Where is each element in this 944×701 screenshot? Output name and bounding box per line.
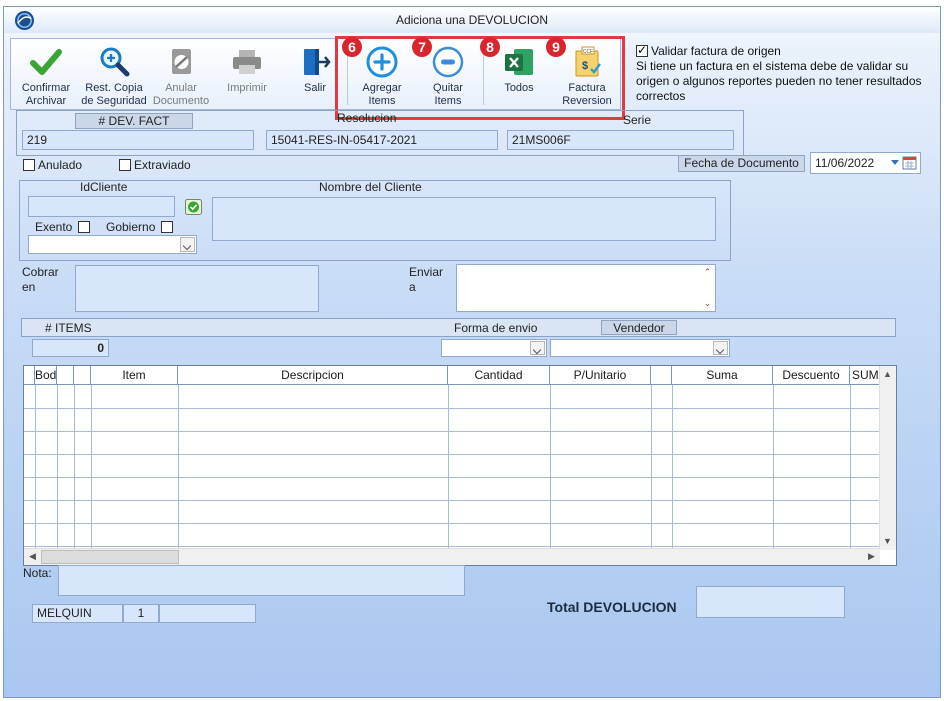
grid-col-blank-2[interactable] [74,366,91,385]
client-id-field[interactable] [28,196,175,217]
validate-origin-checkbox[interactable]: Validar factura de origen [636,43,926,59]
chevron-down-icon[interactable] [713,341,728,355]
enviar-a-textarea[interactable]: ⌃ ⌄ [456,264,716,312]
restore-backup-button[interactable]: Rest. Copia de Seguridad [79,43,149,109]
printer-icon [233,50,261,74]
callout-badge-6: 6 [342,37,362,57]
print-button[interactable]: Imprimir [217,43,277,109]
nota-field[interactable] [58,565,465,596]
gobierno-checkbox[interactable]: Gobierno [106,220,176,234]
enviar-a-label: Enviar a [409,265,444,294]
grid-col-suma-total[interactable]: SUMA [850,366,882,385]
grid-row-selector-header [24,366,35,385]
scroll-down-icon[interactable]: ▼ [880,534,895,549]
grid-col-blank-3[interactable] [651,366,672,385]
cobrar-en-field[interactable] [75,265,319,312]
client-type-select[interactable] [28,235,197,254]
grid-col-blank-1[interactable] [57,366,74,385]
table-row [24,546,880,547]
scroll-down-icon[interactable]: ⌄ [700,296,715,311]
grid-vertical-scrollbar[interactable]: ▲ ▼ [879,366,896,550]
gobierno-checkbox-box[interactable] [160,221,173,233]
validate-section: Validar factura de origen Si tiene un fa… [636,43,926,104]
client-name-label: Nombre del Cliente [319,180,422,194]
grid-horizontal-scrollbar[interactable]: ◀ ▶ [24,548,880,565]
footer-extra-field [159,604,256,623]
callout-badge-8: 8 [480,37,500,57]
resolution-label: Resolucion [337,111,397,125]
document-date-label: Fecha de Documento [678,155,805,172]
validate-note: Si tiene un factura en el sistema debe d… [636,59,922,103]
anulado-checkbox[interactable]: Anulado [23,158,82,172]
items-count-field: 0 [32,339,109,357]
dev-fact-number-field[interactable]: 219 [22,130,254,150]
exento-checkbox-box[interactable] [77,221,90,233]
exento-checkbox[interactable]: Exento [35,220,93,234]
table-row [24,431,880,432]
window-title: Adiciona una DEVOLUCION [395,13,549,27]
nota-label: Nota: [23,566,52,580]
checkmark-icon [30,49,62,75]
table-row [24,477,880,478]
items-grid[interactable]: Bodega Item Descripcion Cantidad P/Unita… [23,365,897,566]
scroll-left-icon[interactable]: ◀ [25,549,40,564]
items-count-label: # ITEMS [45,321,92,335]
title-bar: Adiciona una DEVOLUCION [4,7,940,33]
callout-badge-9: 9 [546,37,566,57]
scroll-right-icon[interactable]: ▶ [864,549,879,564]
grid-col-suma[interactable]: Suma [672,366,773,385]
resolution-field[interactable]: 15041-RES-IN-05417-2021 [266,130,498,150]
extraviado-checkbox[interactable]: Extraviado [119,158,191,172]
table-row [24,454,880,455]
dev-fact-label: # DEV. FACT [75,113,193,129]
grid-header: Bodega Item Descripcion Cantidad P/Unita… [24,366,882,385]
vendedor-select[interactable] [550,339,730,357]
grid-col-punitario[interactable]: P/Unitario [550,366,651,385]
document-date-value: 11/06/2022 [815,156,875,170]
devolucion-window: Adiciona una DEVOLUCION Confirmar Archiv… [3,6,941,698]
client-name-field[interactable] [212,197,716,241]
total-devolucion-field [696,586,845,618]
client-id-label: IdCliente [80,180,128,194]
grid-col-descripcion[interactable]: Descripcion [178,366,448,385]
vendedor-label: Vendedor [601,320,677,335]
zoom-search-icon [100,47,130,77]
void-document-button[interactable]: Anular Documento [151,43,211,109]
extraviado-checkbox-box[interactable] [119,159,131,171]
forma-envio-label: Forma de envio [454,321,538,335]
scroll-up-icon[interactable]: ▲ [880,367,895,382]
grid-col-bodega[interactable]: Bodega [35,366,57,385]
chevron-down-icon[interactable] [180,237,195,252]
table-row [24,523,880,524]
serie-label: Serie [623,113,652,127]
total-devolucion-label: Total DEVOLUCION [547,599,677,615]
grid-col-cantidad[interactable]: Cantidad [448,366,550,385]
validate-client-icon[interactable] [185,199,202,215]
grid-col-item[interactable]: Item [91,366,178,385]
cobrar-en-label: Cobrar en [22,265,59,294]
station-field: 1 [123,604,159,623]
validate-checkbox-box[interactable] [636,43,648,58]
app-logo-icon [14,10,35,31]
confirm-archive-button[interactable]: Confirmar Archivar [15,43,77,109]
document-date-picker[interactable]: 11/06/2022 [810,152,921,174]
scroll-up-icon[interactable]: ⌃ [700,265,715,280]
user-name-field: MELQUIN [32,604,123,623]
grid-col-descuento[interactable]: Descuento [773,366,850,385]
anulado-checkbox-box[interactable] [23,159,35,171]
table-row [24,500,880,501]
chevron-down-icon[interactable] [530,341,545,355]
table-row [24,408,880,409]
callout-badge-7: 7 [412,37,432,57]
forma-envio-select[interactable] [441,339,547,357]
textarea-scrollbar[interactable]: ⌃ ⌄ [700,265,715,311]
scroll-thumb[interactable] [41,550,179,564]
exit-door-icon [304,49,331,75]
serie-field[interactable]: 21MS006F [507,130,734,150]
void-document-icon [172,49,191,74]
calendar-dropdown-icon[interactable] [890,156,918,170]
